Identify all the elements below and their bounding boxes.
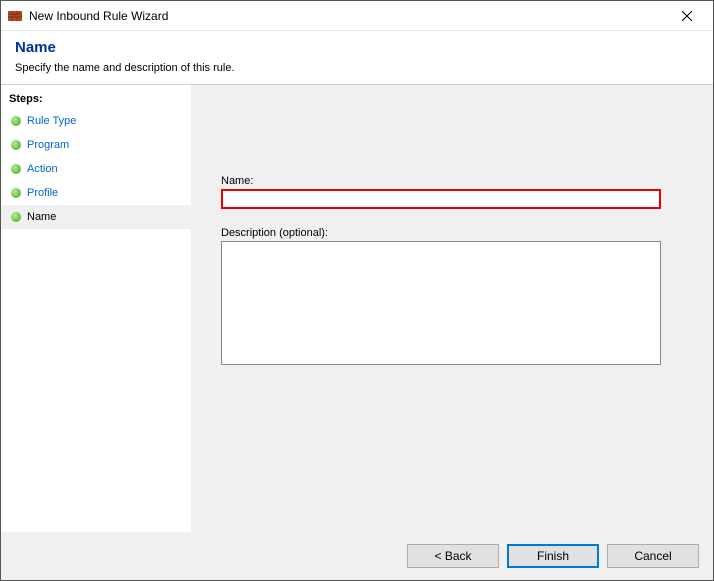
titlebar: New Inbound Rule Wizard bbox=[1, 1, 713, 31]
wizard-body: Steps: Rule Type Program Action Profile … bbox=[1, 85, 713, 532]
step-action[interactable]: Action bbox=[1, 157, 191, 181]
wizard-header: Name Specify the name and description of… bbox=[1, 31, 713, 85]
window-title: New Inbound Rule Wizard bbox=[29, 9, 667, 23]
bullet-icon bbox=[11, 212, 21, 222]
wizard-window: New Inbound Rule Wizard Name Specify the… bbox=[0, 0, 714, 581]
page-title: Name bbox=[15, 39, 699, 56]
name-input[interactable] bbox=[223, 191, 659, 207]
step-label: Action bbox=[27, 163, 58, 175]
description-textarea[interactable] bbox=[221, 241, 661, 365]
step-label: Program bbox=[27, 139, 69, 151]
step-name[interactable]: Name bbox=[1, 205, 191, 229]
content-pane: Name: Description (optional): bbox=[191, 85, 713, 532]
close-button[interactable] bbox=[667, 2, 707, 30]
name-input-highlight bbox=[221, 189, 661, 209]
bullet-icon bbox=[11, 140, 21, 150]
step-label: Rule Type bbox=[27, 115, 76, 127]
step-label: Name bbox=[27, 211, 56, 223]
bullet-icon bbox=[11, 164, 21, 174]
finish-button[interactable]: Finish bbox=[507, 544, 599, 568]
step-label: Profile bbox=[27, 187, 58, 199]
step-rule-type[interactable]: Rule Type bbox=[1, 109, 191, 133]
button-bar: < Back Finish Cancel bbox=[1, 532, 713, 580]
cancel-button[interactable]: Cancel bbox=[607, 544, 699, 568]
firewall-icon bbox=[7, 8, 23, 24]
steps-sidebar: Steps: Rule Type Program Action Profile … bbox=[1, 85, 191, 532]
bullet-icon bbox=[11, 116, 21, 126]
steps-heading: Steps: bbox=[1, 93, 191, 109]
bullet-icon bbox=[11, 188, 21, 198]
close-icon bbox=[682, 8, 692, 24]
step-profile[interactable]: Profile bbox=[1, 181, 191, 205]
name-label: Name: bbox=[221, 175, 683, 187]
back-button[interactable]: < Back bbox=[407, 544, 499, 568]
step-program[interactable]: Program bbox=[1, 133, 191, 157]
page-subtitle: Specify the name and description of this… bbox=[15, 62, 699, 74]
description-label: Description (optional): bbox=[221, 227, 683, 239]
